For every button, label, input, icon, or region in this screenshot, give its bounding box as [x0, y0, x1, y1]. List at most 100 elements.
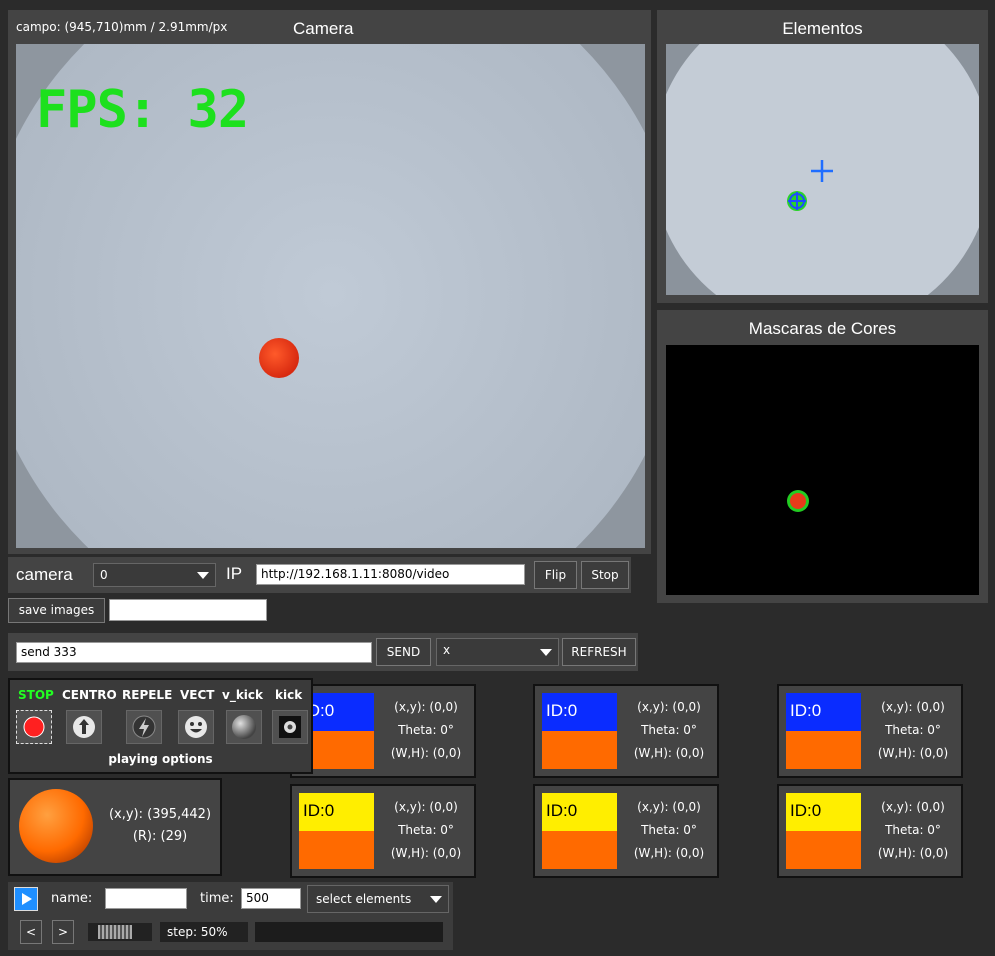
ball-radius: (R): (29)	[132, 829, 188, 844]
robot-card[interactable]: ID:0 (x,y): (0,0) Theta: 0° (W,H): (0,0)	[777, 684, 963, 778]
mask-image	[787, 490, 809, 512]
robot-id: ID:0	[546, 801, 578, 820]
elements-image	[666, 44, 979, 295]
robot-xy: (x,y): (0,0)	[881, 800, 945, 814]
robot-info: (x,y): (0,0) Theta: 0° (W,H): (0,0)	[382, 696, 470, 765]
ball-info: (x,y): (395,442) (R): (29)	[104, 804, 216, 848]
send-button[interactable]: SEND	[376, 638, 431, 666]
option-label-kick: kick	[275, 688, 303, 702]
option-label-repele: REPELE	[122, 688, 173, 702]
next-button[interactable]: >	[52, 920, 74, 944]
option-label-centro: CENTRO	[62, 688, 117, 702]
target-select[interactable]: x	[436, 638, 559, 666]
ball-xy: (x,y): (395,442)	[108, 807, 212, 822]
step-value: step: 50%	[167, 925, 228, 939]
stop-option-button[interactable]	[16, 710, 52, 744]
robot-swatch: ID:0	[542, 693, 617, 769]
stop-camera-button[interactable]: Stop	[581, 561, 629, 589]
elements-view[interactable]	[666, 44, 979, 295]
robot-wh: (W,H): (0,0)	[390, 846, 462, 860]
robot-wh: (W,H): (0,0)	[877, 846, 949, 860]
camera-select[interactable]: 0	[93, 563, 216, 587]
lightning-icon	[132, 715, 156, 739]
camera-label: camera	[16, 565, 73, 584]
robot-swatch: ID:0	[299, 793, 374, 869]
option-label-vect: VECT	[180, 688, 215, 702]
step-slider-handle[interactable]	[98, 925, 132, 939]
robot-card[interactable]: ID:0 (x,y): (0,0) Theta: 0° (W,H): (0,0)	[533, 684, 719, 778]
robot-info: (x,y): (0,0) Theta: 0° (W,H): (0,0)	[382, 796, 470, 865]
target-select-value: x	[443, 643, 451, 657]
command-input[interactable]: send 333	[16, 642, 372, 663]
ball-panel: (x,y): (395,442) (R): (29)	[8, 778, 222, 876]
masks-view[interactable]	[666, 345, 979, 595]
select-elements[interactable]: select elements	[307, 885, 449, 913]
play-button[interactable]	[14, 887, 38, 911]
kick-ball-icon	[279, 716, 301, 738]
vect-option-button[interactable]	[178, 710, 214, 744]
robot-xy: (x,y): (0,0)	[394, 800, 458, 814]
save-images-input[interactable]	[109, 599, 267, 621]
elements-title: Elementos	[782, 19, 863, 38]
send-bar: send 333 SEND x REFRESH	[8, 633, 638, 671]
robot-theta: Theta: 0°	[885, 823, 941, 837]
robot-swatch: ID:0	[542, 793, 617, 869]
chevron-down-icon	[430, 896, 442, 903]
select-elements-value: select elements	[316, 892, 412, 906]
robot-theta: Theta: 0°	[641, 823, 697, 837]
smiley-icon	[185, 716, 207, 738]
elements-panel: Elementos	[657, 10, 988, 303]
time-label: time:	[200, 891, 234, 906]
refresh-button[interactable]: REFRESH	[562, 638, 636, 666]
robot-color	[542, 831, 617, 869]
robot-card[interactable]: ID:0 (x,y): (0,0) Theta: 0° (W,H): (0,0)	[533, 784, 719, 878]
ball-icon	[19, 789, 93, 863]
camera-feed[interactable]: FPS: 32	[16, 44, 645, 548]
recorder-panel: name: time: 500 select elements < > step…	[8, 882, 453, 950]
masks-panel: Mascaras de Cores	[657, 310, 988, 603]
sphere-icon	[232, 715, 256, 739]
robot-wh: (W,H): (0,0)	[633, 746, 705, 760]
robot-id: ID:0	[303, 801, 335, 820]
name-input[interactable]	[105, 888, 187, 909]
vkick-option-button[interactable]	[226, 710, 262, 744]
robot-card[interactable]: ID:0 (x,y): (0,0) Theta: 0° (W,H): (0,0)	[290, 784, 476, 878]
camera-panel: campo: (945,710)mm / 2.91mm/px Camera FP…	[8, 10, 651, 554]
kick-option-button[interactable]	[272, 710, 308, 744]
robot-id: ID:0	[790, 801, 822, 820]
robot-color	[299, 831, 374, 869]
progress-bar	[255, 922, 443, 942]
robot-card[interactable]: ID:0 (x,y): (0,0) Theta: 0° (W,H): (0,0)	[777, 784, 963, 878]
repele-option-button[interactable]	[126, 710, 162, 744]
ip-input[interactable]: http://192.168.1.11:8080/video	[256, 564, 525, 585]
robot-theta: Theta: 0°	[641, 723, 697, 737]
step-label: step: 50%	[160, 922, 248, 942]
robot-info: (x,y): (0,0) Theta: 0° (W,H): (0,0)	[869, 796, 957, 865]
robot-wh: (W,H): (0,0)	[633, 846, 705, 860]
robot-xy: (x,y): (0,0)	[637, 700, 701, 714]
name-label: name:	[51, 891, 93, 906]
robot-xy: (x,y): (0,0)	[394, 700, 458, 714]
centro-option-button[interactable]	[66, 710, 102, 744]
field-info: campo: (945,710)mm / 2.91mm/px	[16, 20, 228, 34]
robot-swatch: ID:0	[786, 693, 861, 769]
robot-wh: (W,H): (0,0)	[877, 746, 949, 760]
camera-controls: camera 0 IP http://192.168.1.11:8080/vid…	[8, 557, 631, 593]
time-input[interactable]: 500	[241, 888, 301, 909]
playing-options-panel: STOP CENTRO REPELE VECT v_kick kick play…	[8, 678, 313, 774]
robot-id: ID:0	[546, 701, 578, 720]
step-slider[interactable]	[88, 923, 152, 941]
camera-title: Camera	[293, 19, 354, 38]
prev-button[interactable]: <	[20, 920, 42, 944]
robot-card[interactable]: ID:0 (x,y): (0,0) Theta: 0° (W,H): (0,0)	[290, 684, 476, 778]
masks-title: Mascaras de Cores	[748, 319, 897, 338]
ip-label: IP	[226, 564, 243, 583]
save-images-button[interactable]: save images	[8, 598, 105, 623]
robot-theta: Theta: 0°	[398, 723, 454, 737]
center-arrow-icon	[73, 716, 95, 738]
flip-button[interactable]: Flip	[534, 561, 577, 589]
robot-info: (x,y): (0,0) Theta: 0° (W,H): (0,0)	[869, 696, 957, 765]
robot-info: (x,y): (0,0) Theta: 0° (W,H): (0,0)	[625, 696, 713, 765]
playing-options-caption: playing options	[108, 752, 213, 766]
robot-theta: Theta: 0°	[885, 723, 941, 737]
